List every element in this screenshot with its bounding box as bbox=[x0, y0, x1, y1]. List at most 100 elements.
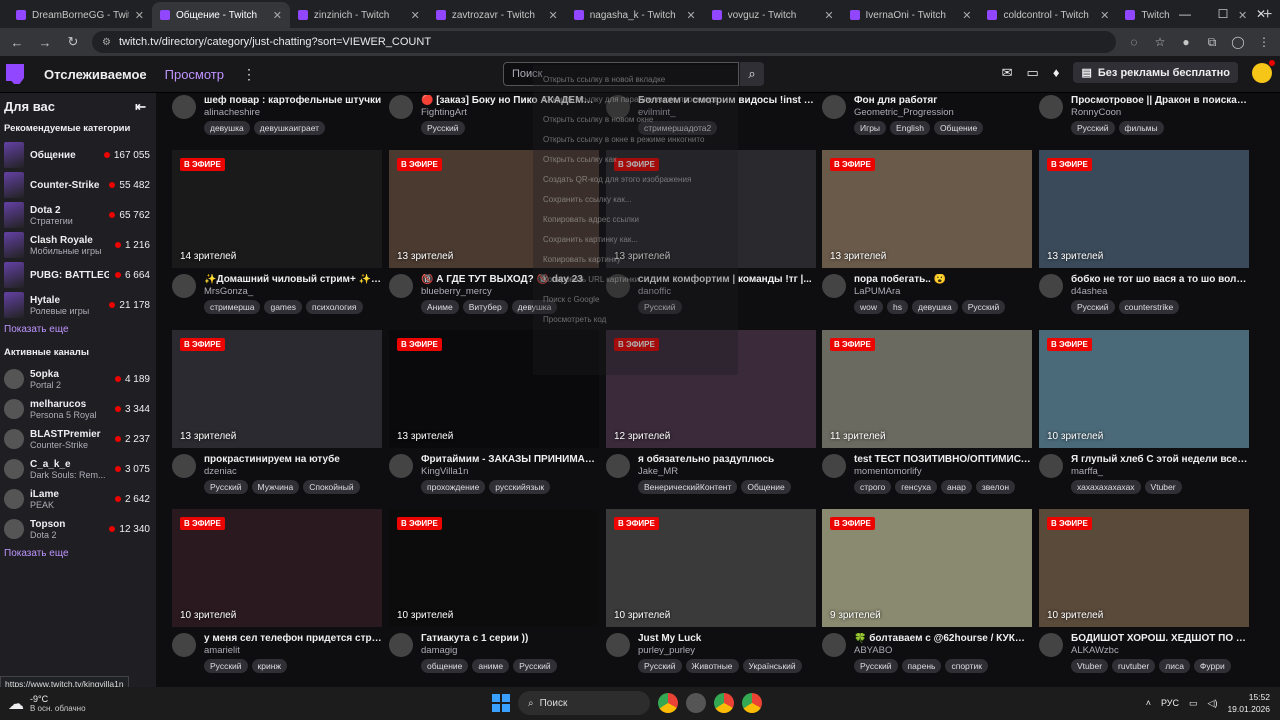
tag-chip[interactable]: Игры bbox=[854, 121, 887, 135]
stream-title[interactable]: 🍀 болтаваем с @62hourse / КУКИНГ... bbox=[854, 633, 1032, 644]
channel-name[interactable]: d4ashea bbox=[1071, 286, 1249, 297]
channel-avatar[interactable] bbox=[172, 633, 196, 657]
context-menu-item[interactable]: Поиск с Google bbox=[543, 289, 728, 309]
sidebar-category-item[interactable]: Clash Royale Мобильные игры 1 216 bbox=[0, 230, 156, 260]
stream-title[interactable]: Фритаймим - ЗАКАЗЫ ПРИНИМАЮ... bbox=[421, 454, 599, 465]
sidebar-channel-item[interactable]: iLame PEAK 2 642 bbox=[0, 484, 156, 514]
windows-start-icon[interactable] bbox=[492, 694, 510, 712]
chrome-app-icon-3[interactable] bbox=[742, 693, 762, 713]
whispers-icon[interactable]: ▭ bbox=[1027, 65, 1039, 81]
user-avatar[interactable] bbox=[1252, 59, 1275, 83]
browser-tab[interactable]: Общение - Twitch ✕ bbox=[152, 2, 290, 28]
channel-avatar[interactable] bbox=[389, 95, 413, 119]
tag-chip[interactable]: Русский bbox=[638, 659, 682, 673]
channel-name[interactable]: momentomorlify bbox=[854, 466, 1032, 477]
extension-icon[interactable]: ● bbox=[1178, 35, 1194, 49]
channel-avatar[interactable] bbox=[822, 95, 846, 119]
tag-chip[interactable]: Vtuber bbox=[1071, 659, 1109, 673]
tag-chip[interactable]: строго bbox=[854, 480, 892, 494]
stream-thumbnail[interactable]: В ЭФИРЕ 13 зрителей bbox=[822, 150, 1032, 268]
url-field[interactable]: ⚙ twitch.tv/directory/category/just-chat… bbox=[92, 31, 1116, 53]
channel-avatar[interactable] bbox=[822, 274, 846, 298]
tag-chip[interactable]: Спокойный bbox=[303, 480, 360, 494]
tag-chip[interactable]: wow bbox=[854, 300, 884, 314]
browser-menu-icon[interactable]: ⋮ bbox=[1256, 35, 1272, 49]
context-menu-item[interactable]: Создать QR-код для этого изображения bbox=[543, 169, 728, 189]
stream-title[interactable]: Я глупый хлеб С этой недели все бу... bbox=[1071, 454, 1249, 465]
stream-title[interactable]: бобко не тот шо вася а то шо волк | l... bbox=[1071, 274, 1249, 285]
collapse-sidebar-icon[interactable]: ⇤ bbox=[135, 99, 146, 115]
tag-chip[interactable]: спортик bbox=[945, 659, 988, 673]
extensions-puzzle-icon[interactable]: ⧉ bbox=[1204, 35, 1220, 50]
tag-chip[interactable]: русскийязык bbox=[489, 480, 551, 494]
tag-chip[interactable]: Русский bbox=[854, 659, 898, 673]
close-tab-icon[interactable]: ✕ bbox=[411, 9, 420, 22]
tag-chip[interactable]: Русский bbox=[961, 300, 1006, 314]
channel-name[interactable]: KingVilla1n bbox=[421, 466, 599, 477]
close-tab-icon[interactable]: ✕ bbox=[1100, 9, 1109, 22]
context-menu-item[interactable]: Сохранить ссылку как... bbox=[543, 189, 728, 209]
channel-name[interactable]: LaPUMAra bbox=[854, 286, 1032, 297]
tag-chip[interactable]: генсуха bbox=[895, 480, 937, 494]
tag-chip[interactable]: психология bbox=[305, 300, 363, 314]
weather-widget[interactable]: ☁ -9°C В осн. облачно bbox=[0, 694, 200, 714]
tag-chip[interactable]: Витубер bbox=[462, 300, 508, 314]
tag-chip[interactable]: девушка bbox=[204, 121, 250, 135]
channel-avatar[interactable] bbox=[389, 274, 413, 298]
stream-thumbnail[interactable]: В ЭФИРЕ 13 зрителей bbox=[172, 330, 382, 448]
channel-name[interactable]: Geometric_Progression bbox=[854, 107, 1032, 118]
volume-icon[interactable]: ◁) bbox=[1208, 698, 1218, 709]
tag-chip[interactable]: Русский bbox=[204, 480, 248, 494]
tag-chip[interactable]: кринж bbox=[251, 659, 288, 673]
chrome-app-icon[interactable] bbox=[658, 693, 678, 713]
channel-avatar[interactable] bbox=[822, 454, 846, 478]
channel-avatar[interactable] bbox=[1039, 454, 1063, 478]
bookmark-star-icon[interactable]: ☆ bbox=[1152, 35, 1168, 49]
context-menu-item[interactable]: Открыть ссылку как bbox=[543, 149, 728, 169]
tag-chip[interactable]: Общение bbox=[741, 480, 791, 494]
eye-off-icon[interactable]: ◌ bbox=[1126, 35, 1142, 49]
close-tab-icon[interactable]: ✕ bbox=[549, 9, 558, 22]
more-icon[interactable]: ⋮ bbox=[242, 66, 256, 83]
show-more-categories-link[interactable]: Показать еще bbox=[0, 320, 156, 347]
stream-title[interactable]: пора побегать.. 😮 bbox=[854, 274, 1032, 285]
search-button[interactable]: ⌕ bbox=[740, 62, 764, 86]
channel-name[interactable]: MrsGonza_ bbox=[204, 286, 382, 297]
context-menu-item[interactable]: Копировать адрес ссылки bbox=[543, 209, 728, 229]
stream-thumbnail[interactable]: В ЭФИРЕ 10 зрителей bbox=[1039, 509, 1249, 627]
close-tab-icon[interactable]: ✕ bbox=[135, 9, 144, 22]
stream-thumbnail[interactable]: В ЭФИРЕ 14 зрителей bbox=[172, 150, 382, 268]
channel-avatar[interactable] bbox=[389, 454, 413, 478]
sidebar-category-item[interactable]: Hytale Ролевые игры 21 178 bbox=[0, 290, 156, 320]
context-menu-item[interactable]: Открыть ссылку в новой вкладке bbox=[543, 69, 728, 89]
sidebar-category-item[interactable]: Общение 167 055 bbox=[0, 140, 156, 170]
site-info-icon[interactable]: ⚙ bbox=[102, 37, 111, 48]
forward-icon[interactable]: → bbox=[36, 35, 54, 50]
tag-chip[interactable]: counterstrike bbox=[1118, 300, 1180, 314]
browser-tab[interactable]: vovguz - Twitch ✕ bbox=[704, 2, 842, 28]
tag-chip[interactable]: Русский bbox=[204, 659, 248, 673]
browser-tab[interactable]: nagasha_k - Twitch ✕ bbox=[566, 2, 704, 28]
stream-title[interactable]: у меня сел телефон придется стрим... bbox=[204, 633, 382, 644]
context-menu-item[interactable]: Копировать URL картинки bbox=[543, 269, 728, 289]
close-tab-icon[interactable]: ✕ bbox=[962, 9, 971, 22]
stream-title[interactable]: Фон для работяг bbox=[854, 95, 1032, 106]
profile-icon[interactable]: ◯ bbox=[1230, 35, 1246, 49]
channel-name[interactable]: purley_purley bbox=[638, 645, 816, 656]
context-menu-item[interactable]: Просмотреть код bbox=[543, 309, 728, 329]
channel-avatar[interactable] bbox=[172, 95, 196, 119]
stream-thumbnail[interactable]: В ЭФИРЕ 11 зрителей bbox=[822, 330, 1032, 448]
sidebar-category-item[interactable]: Dota 2 Стратегии 65 762 bbox=[0, 200, 156, 230]
tag-chip[interactable]: Український bbox=[742, 659, 802, 673]
tag-chip[interactable]: стримерша bbox=[204, 300, 261, 314]
language-indicator[interactable]: РУС bbox=[1161, 698, 1179, 708]
tag-chip[interactable]: общение bbox=[421, 659, 469, 673]
browser-tab[interactable]: coldcontrol - Twitch ✕ bbox=[979, 2, 1117, 28]
channel-avatar[interactable] bbox=[1039, 274, 1063, 298]
stream-title[interactable]: БОДИШОТ ХОРОШ. ХЕДШОТ ПО ЖЕ... bbox=[1071, 633, 1249, 644]
browser-tab[interactable]: DreamBorneGG - Twitch ✕ bbox=[8, 2, 152, 28]
taskbar-search[interactable]: ⌕ Поиск bbox=[518, 691, 650, 715]
settings-app-icon[interactable] bbox=[686, 693, 706, 713]
tag-chip[interactable]: Русский bbox=[513, 659, 557, 673]
back-icon[interactable]: ← bbox=[8, 35, 26, 50]
